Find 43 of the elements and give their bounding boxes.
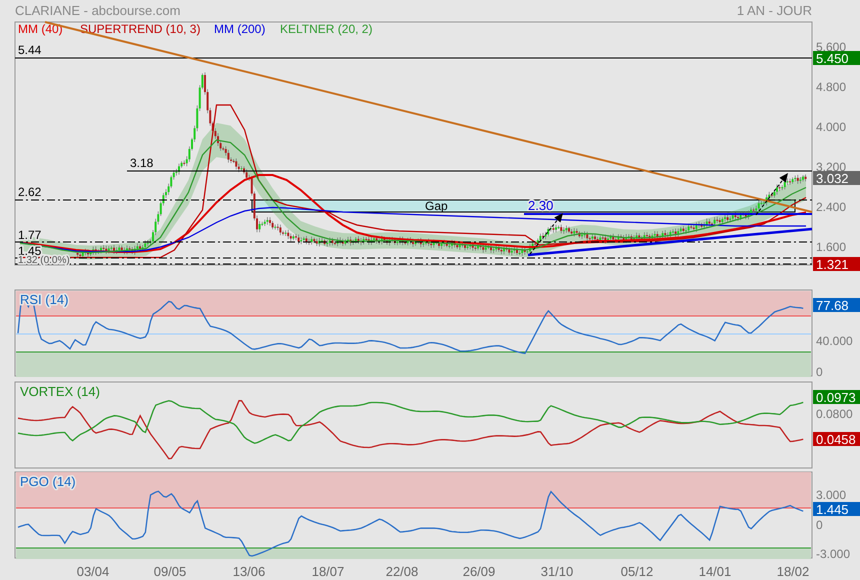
date-label: 13/06 (232, 564, 266, 579)
price-level-label: 3.18 (130, 156, 154, 170)
support-label: 2.30 (528, 198, 554, 213)
period-label: 1 AN - JOUR (736, 2, 812, 18)
legend-label: MM (200) (214, 22, 266, 36)
legend-label: KELTNER (20, 2) (280, 22, 372, 36)
date-label: 03/04 (76, 564, 110, 579)
date-label: 18/07 (312, 564, 344, 579)
value-tag: 1.321 (813, 257, 860, 272)
axis-tick-label: 1.600 (816, 240, 846, 254)
axis-tick-label: 5.600 (816, 40, 846, 54)
indicator-title: PGO (14) (20, 474, 76, 489)
value-tag: 5.450 (813, 51, 860, 66)
axis-tick-label: 2.400 (816, 200, 846, 214)
date-label: 22/08 (386, 564, 418, 579)
date-label: 14/01 (698, 564, 732, 579)
axis-tick-label: 0 (816, 365, 823, 379)
axis-tick-label: 3.200 (816, 160, 846, 174)
price-level-label: 1.77 (18, 228, 42, 242)
date-label: 18/02 (776, 564, 810, 579)
date-label: 05/12 (620, 564, 654, 579)
axis-tick-label: 4.000 (816, 120, 846, 134)
axis-tick-label: 4.800 (816, 80, 846, 94)
price-level-label: 1.32 (0.0%) (18, 255, 70, 266)
date-label: 09/05 (154, 564, 186, 579)
price-level-label: 2.62 (18, 185, 42, 199)
gap-label: Gap (425, 199, 448, 213)
chart-title: CLARIANE - abcbourse.com (15, 2, 180, 18)
value-tag: 1.445 (813, 502, 860, 517)
axis-tick-label: 0.0800 (816, 407, 853, 421)
value-tag: 77.68 (813, 298, 860, 313)
date-label: 31/10 (540, 564, 574, 579)
axis-tick-label: -3.000 (816, 547, 850, 560)
indicator-title: VORTEX (14) (20, 384, 100, 399)
axis-tick-label: 0 (816, 518, 823, 532)
value-tag: 0.0458 (813, 432, 860, 447)
price-level-label: 5.44 (18, 43, 42, 57)
legend-label: SUPERTREND (10, 3) (80, 22, 200, 36)
axis-tick-label: 40.000 (816, 334, 853, 348)
date-label: 26/09 (462, 564, 496, 579)
value-tag: 3.032 (813, 171, 860, 186)
axis-tick-label: 3.000 (816, 488, 846, 502)
value-tag: 0.0973 (813, 390, 860, 405)
